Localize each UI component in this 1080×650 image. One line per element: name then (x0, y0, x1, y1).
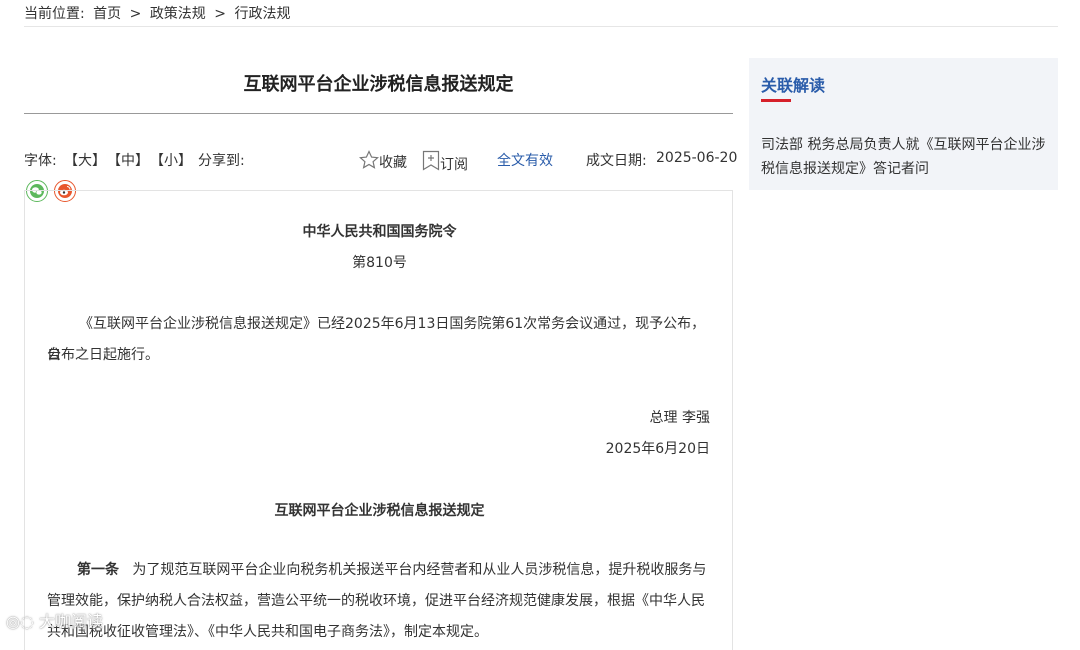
title-accent-bar (761, 99, 791, 102)
article-1-line: 管理效能，保护纳税人合法权益，营造公平统一的税收环境，促进平台经济规范健康发展，… (47, 593, 705, 609)
font-size-small-button[interactable]: 【小】 (150, 150, 192, 170)
related-reading-link[interactable]: 司法部 税务总局负责人就《互联网平台企业涉税信息报送规定》答记者问 (761, 133, 1051, 181)
watermark: ◎◌ 大咖阅读 (6, 608, 103, 632)
breadcrumb-home[interactable]: 首页 (93, 6, 121, 22)
top-divider (24, 26, 1058, 27)
breadcrumb-prefix: 当前位置: (24, 6, 85, 22)
article-1-line: 共和国税收征收管理法》、《中华人民共和国电子商务法》，制定本规定。 (47, 624, 488, 640)
article-1-text: 为了规范互联网平台企业向税务机关报送平台内经营者和从业人员涉税信息，提升税收服务… (132, 562, 707, 578)
star-icon (358, 150, 380, 174)
regulation-title: 互联网平台企业涉税信息报送规定 (274, 503, 485, 519)
font-size-large-button[interactable]: 【大】 (64, 150, 106, 170)
order-number: 第810号 (352, 255, 407, 271)
article-1-line: 第一条 为了规范互联网平台企业向税务机关报送平台内经营者和从业人员涉税信息，提升… (47, 555, 712, 586)
date-value: 2025-06-20 (656, 150, 738, 166)
title-divider (24, 113, 733, 114)
article-content: 中华人民共和国国务院令 第810号 《互联网平台企业涉税信息报送规定》已经202… (24, 190, 733, 650)
breadcrumb-separator: > (129, 6, 142, 22)
bookmark-icon (422, 150, 440, 176)
favorite-button[interactable]: 收藏 (358, 150, 407, 174)
breadcrumb: 当前位置: 首页 > 政策法规 > 行政法规 (24, 3, 294, 23)
font-size-label: 字体: (24, 153, 57, 169)
watermark-text: 大咖阅读 (39, 612, 104, 631)
favorite-label: 收藏 (379, 155, 407, 171)
signer: 总理 李强 (649, 410, 710, 426)
validity-status: 全文有效 (497, 153, 553, 169)
preamble-line: 公布之日起施行。 (47, 347, 159, 363)
breadcrumb-admin-regulations[interactable]: 行政法规 (234, 6, 290, 22)
breadcrumb-separator: > (214, 6, 226, 22)
sign-date: 2025年6月20日 (605, 441, 710, 457)
related-reading-panel: 关联解读 司法部 税务总局负责人就《互联网平台企业涉税信息报送规定》答记者问 (749, 58, 1058, 190)
subscribe-label: 订阅 (440, 157, 468, 173)
breadcrumb-policy[interactable]: 政策法规 (150, 6, 206, 22)
issuer-heading: 中华人民共和国国务院令 (302, 224, 457, 240)
font-size-medium-button[interactable]: 【中】 (107, 150, 149, 170)
article-1-label: 第一条 (77, 562, 119, 578)
share-label: 分享到: (198, 153, 245, 169)
article-title: 互联网平台企业涉税信息报送规定 (243, 74, 514, 95)
subscribe-button[interactable]: 订阅 (422, 150, 468, 176)
date-label: 成文日期: (586, 153, 647, 169)
related-reading-title: 关联解读 (761, 76, 826, 95)
article-toolbar: 字体: 【大】 【中】 【小】 分享到: 收藏 订阅 全文有效 成文日期: 20… (24, 150, 737, 173)
watermark-logo-icon: ◎◌ (6, 612, 34, 631)
